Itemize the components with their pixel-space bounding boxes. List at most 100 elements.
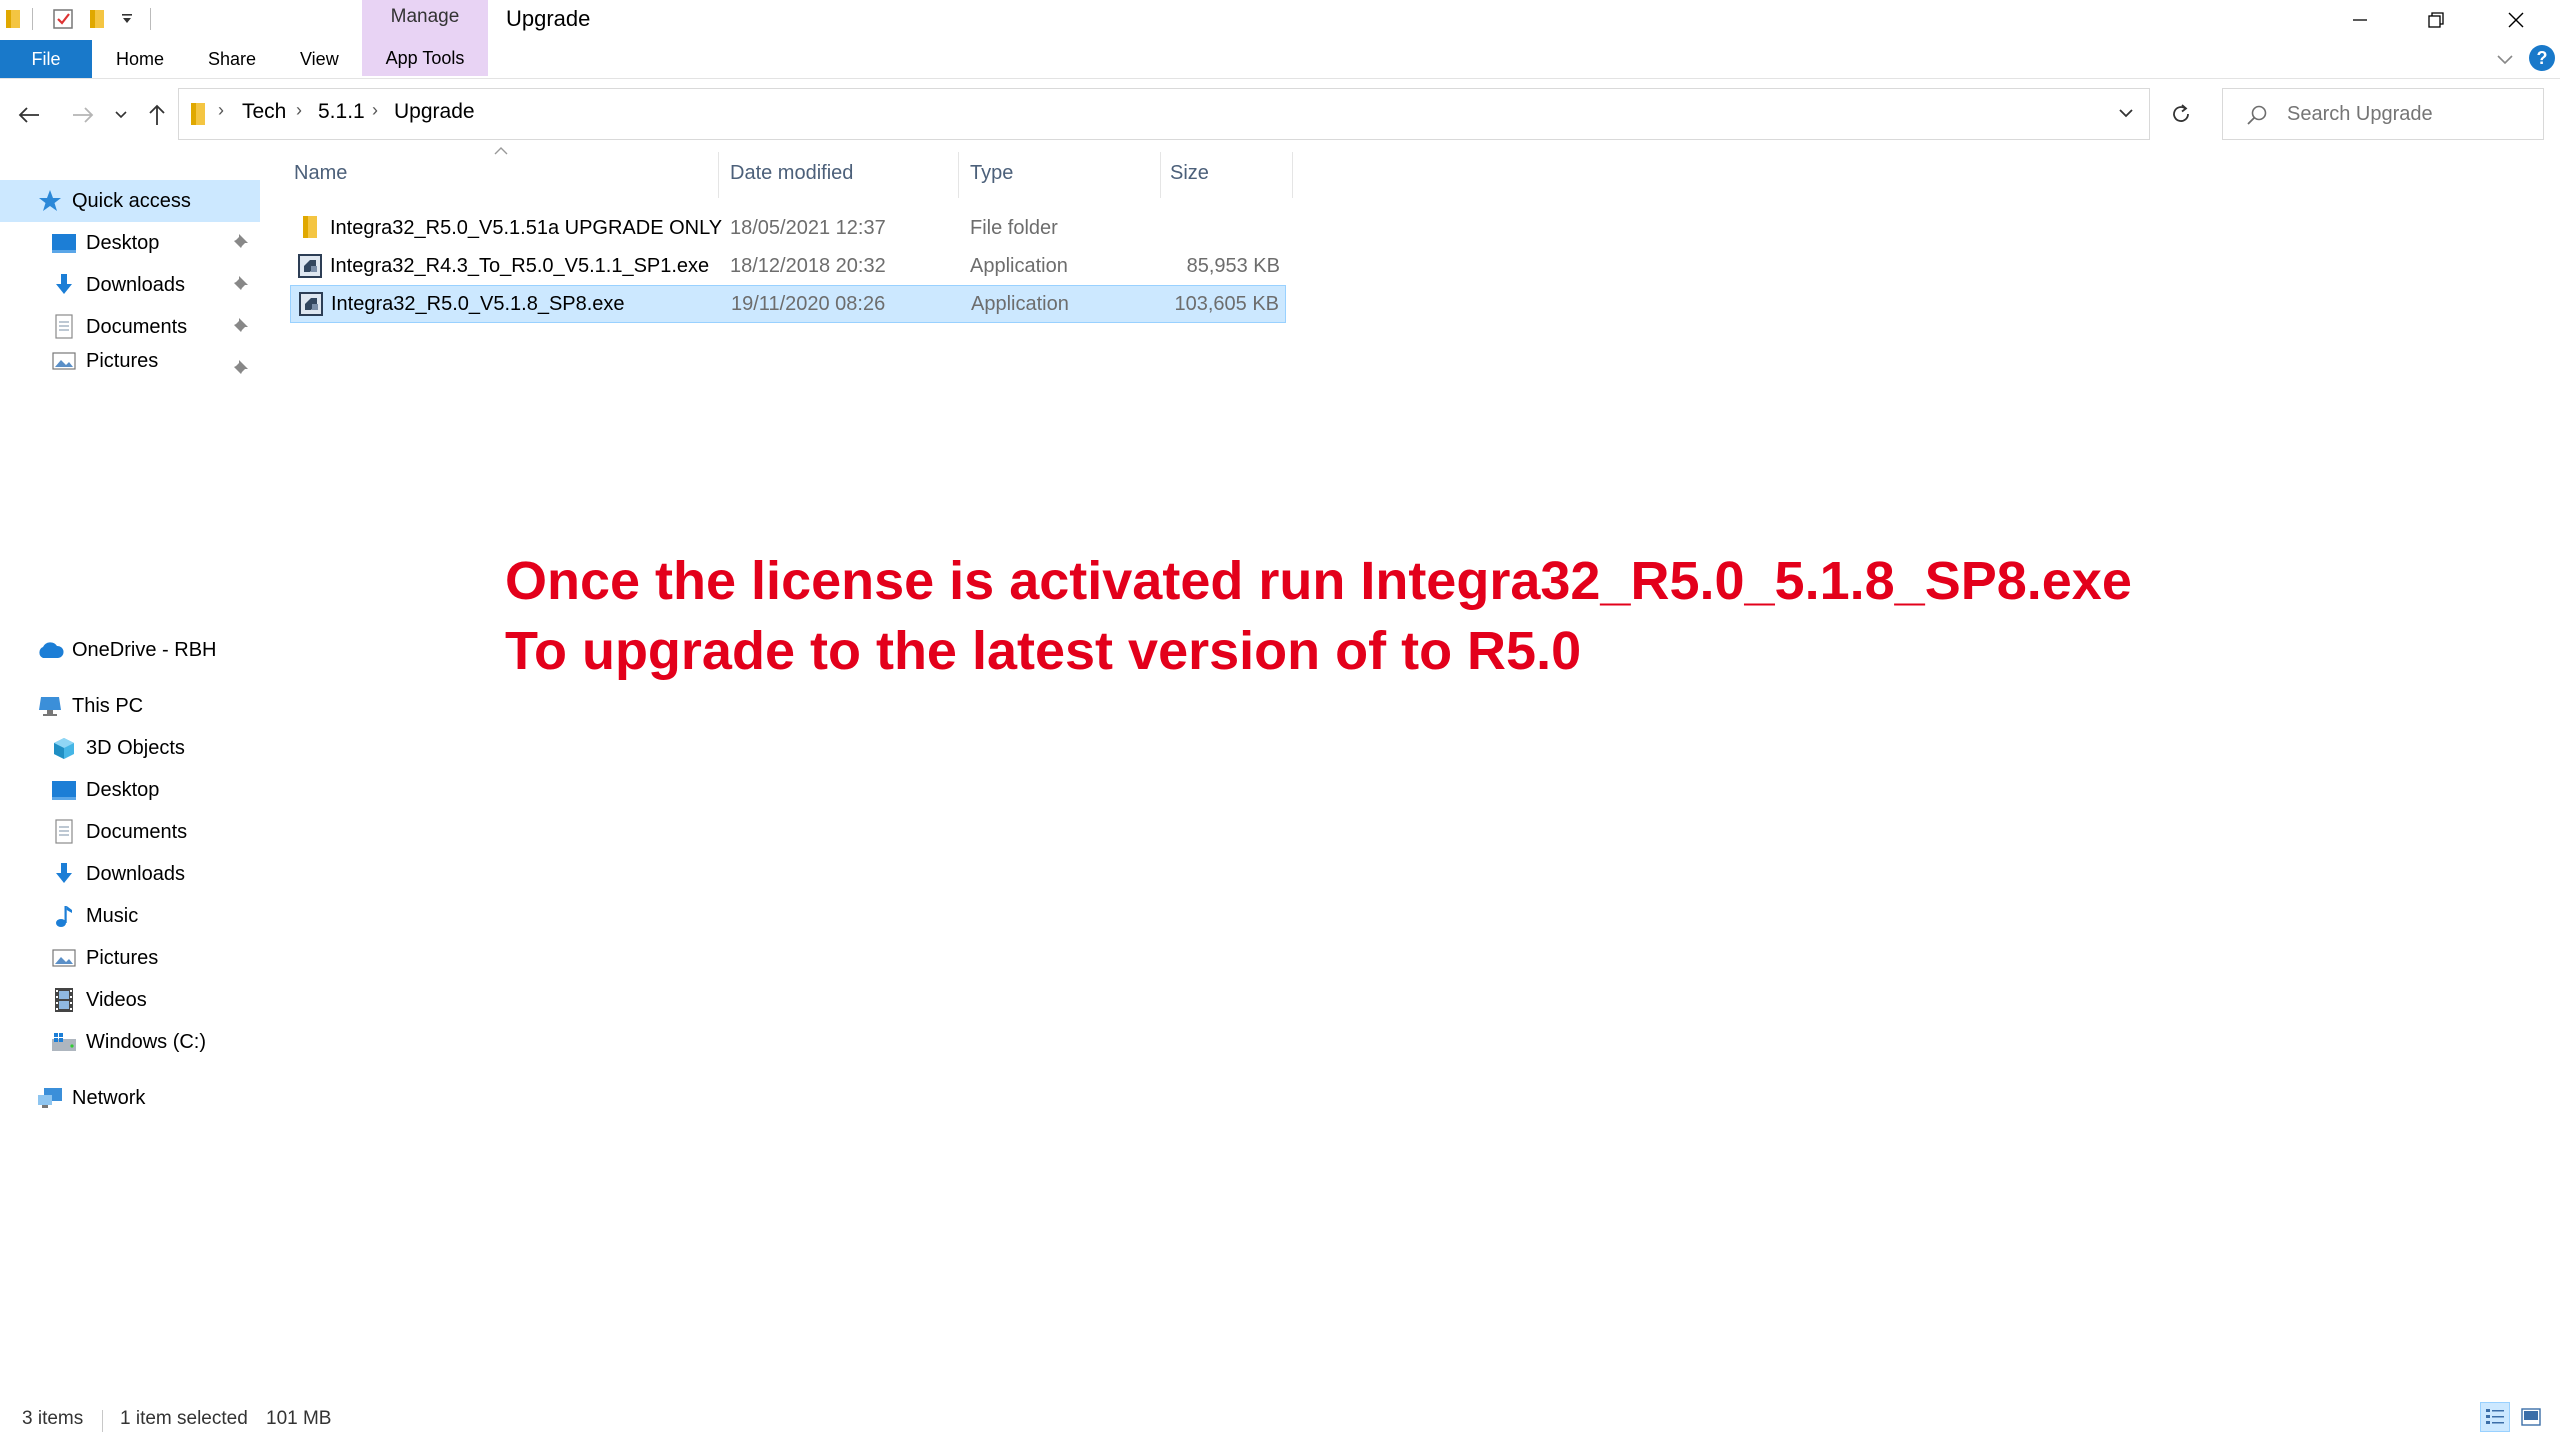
properties-icon[interactable] [52,8,74,30]
nav-item-quick-pictures[interactable]: Pictures [50,349,158,373]
nav-item-quick-desktop[interactable]: Desktop [50,223,159,263]
column-header-date-modified[interactable]: Date modified [730,162,853,185]
nav-item-pc-documents[interactable]: Documents [50,812,187,852]
file-row[interactable]: Integra32_R5.0_V5.1.51a UPGRADE ONLY 18/… [290,210,1286,246]
nav-item-network[interactable]: Network [36,1078,145,1118]
arrow-right-icon [73,107,94,123]
column-header-type[interactable]: Type [970,162,1013,185]
nav-item-pc-desktop[interactable]: Desktop [50,770,159,810]
nav-item-quick-access[interactable]: Quick access [36,181,191,221]
nav-item-onedrive[interactable]: OneDrive - RBH [36,630,216,670]
nav-item-quick-downloads[interactable]: Downloads [50,265,185,305]
documents-icon [50,818,78,846]
customize-qat-icon[interactable] [120,12,134,26]
large-icons-view-button[interactable] [2516,1402,2546,1432]
desktop-icon [50,229,78,257]
expand-ribbon-button[interactable] [2494,48,2516,70]
close-icon [2508,12,2524,28]
forward-button[interactable] [66,96,100,134]
nav-item-pictures[interactable]: Pictures [50,938,158,978]
minimize-button[interactable] [2322,0,2398,40]
search-icon [2245,103,2269,127]
breadcrumb-5-1-1[interactable]: 5.1.1 [318,100,365,124]
help-button[interactable]: ? [2528,44,2556,72]
address-dropdown-button[interactable] [2115,101,2137,125]
file-date: 18/12/2018 20:32 [730,255,886,277]
manage-label: Manage [390,6,460,27]
nav-item-windows-c[interactable]: Windows (C:) [50,1022,206,1062]
tab-view[interactable]: View [300,40,339,78]
column-divider[interactable] [958,152,959,198]
network-icon [36,1084,64,1112]
breadcrumb-tech[interactable]: Tech [242,100,286,124]
column-divider[interactable] [1292,152,1293,198]
file-type: File folder [970,217,1058,239]
chevron-down-icon [2119,109,2133,118]
nav-item-label: Desktop [86,231,160,254]
arrow-up-icon [149,104,165,125]
breadcrumb-separator[interactable]: › [218,100,224,121]
nav-item-pc-downloads[interactable]: Downloads [50,854,185,894]
arrow-left-icon [18,107,39,123]
music-icon [50,902,78,930]
refresh-button[interactable] [2158,88,2204,140]
file-row-selected[interactable]: Integra32_R5.0_V5.1.8_SP8.exe 19/11/2020… [290,285,1286,323]
divider [32,8,33,30]
breadcrumb-separator[interactable]: › [372,100,378,121]
help-icon: ? [2529,45,2555,71]
pin-icon [232,316,250,334]
breadcrumb-separator[interactable]: › [296,100,302,121]
file-name: Integra32_R5.0_V5.1.8_SP8.exe [331,293,625,315]
column-divider[interactable] [1160,152,1161,198]
nav-item-label: Pictures [86,946,159,969]
column-header-name[interactable]: Name [294,162,347,185]
breadcrumb-upgrade[interactable]: Upgrade [394,100,475,124]
tab-share[interactable]: Share [208,40,256,78]
status-item-count: 3 items [22,1408,84,1429]
file-name: Integra32_R5.0_V5.1.51a UPGRADE ONLY [330,217,723,239]
nav-item-quick-documents[interactable]: Documents [50,307,187,347]
search-box[interactable] [2222,88,2544,140]
annotation-line-1: Once the license is activated run Integr… [505,551,2132,611]
star-icon [36,187,64,215]
restore-button[interactable] [2398,0,2474,40]
folder-icon [296,214,322,240]
nav-item-label: Documents [86,315,188,338]
download-icon [50,271,78,299]
column-divider[interactable] [718,152,719,198]
window-title: Upgrade [506,6,591,31]
details-view-icon [2486,1409,2504,1424]
tab-file[interactable]: File [0,40,92,78]
nav-item-label: This PC [72,694,144,717]
ribbon-divider [0,78,2560,79]
file-row[interactable]: Integra32_R4.3_To_R5.0_V5.1.1_SP1.exe 18… [290,248,1286,284]
videos-icon [50,986,78,1014]
details-view-button[interactable] [2480,1402,2510,1432]
status-selection: 1 item selected [120,1408,248,1429]
tab-app-tools[interactable]: App Tools [362,48,488,69]
back-button[interactable] [12,96,46,134]
folder-icon[interactable] [4,8,22,30]
file-type: Application [971,293,1069,315]
computer-icon [36,692,64,720]
close-button[interactable] [2478,0,2554,40]
nav-item-label: Downloads [86,273,185,296]
nav-item-label: Network [72,1086,146,1109]
nav-item-3d-objects[interactable]: 3D Objects [50,728,185,768]
file-date: 19/11/2020 08:26 [731,293,886,315]
column-header-size[interactable]: Size [1170,162,1209,185]
nav-item-videos[interactable]: Videos [50,980,147,1020]
pin-icon [232,358,250,376]
divider [150,8,151,30]
nav-item-label: Quick access [72,189,191,212]
download-icon [50,860,78,888]
nav-item-label: Documents [86,820,188,843]
new-folder-icon[interactable] [88,8,108,30]
search-input[interactable] [2287,89,2537,139]
file-size: 85,953 KB [1186,255,1280,277]
nav-item-music[interactable]: Music [50,896,138,936]
tab-home[interactable]: Home [116,40,164,78]
nav-item-this-pc[interactable]: This PC [36,686,143,726]
recent-locations-button[interactable] [106,96,136,134]
up-button[interactable] [140,96,174,134]
